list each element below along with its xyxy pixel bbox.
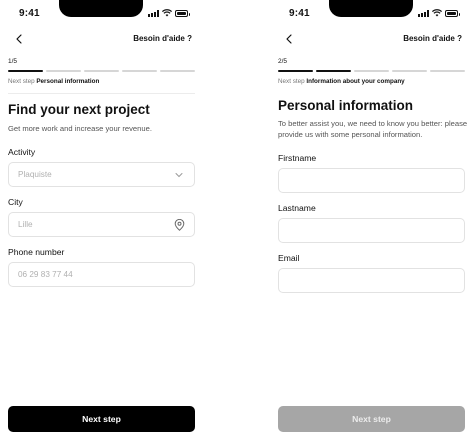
next-step-hint: Next step Information about your company bbox=[278, 78, 405, 85]
lastname-field[interactable] bbox=[278, 218, 465, 243]
system-icons bbox=[148, 9, 190, 17]
device-notch bbox=[329, 0, 413, 17]
city-field[interactable] bbox=[8, 212, 195, 237]
progress-steps bbox=[278, 70, 465, 72]
cellular-signal-icon bbox=[148, 9, 159, 17]
chevron-left-icon bbox=[286, 34, 292, 44]
battery-icon bbox=[175, 9, 190, 17]
next-step-prefix: Next step bbox=[278, 78, 305, 85]
chevron-left-icon bbox=[16, 34, 22, 44]
status-bar: 9:41 bbox=[0, 0, 204, 26]
next-step-name: Information about your company bbox=[306, 78, 405, 85]
progress-step bbox=[8, 70, 43, 72]
email-input[interactable] bbox=[288, 276, 455, 285]
firstname-input[interactable] bbox=[288, 176, 455, 185]
step-counter: 2/5 bbox=[278, 58, 288, 65]
divider bbox=[8, 93, 195, 94]
next-step-name: Personal information bbox=[36, 78, 100, 85]
top-nav: Besoin d'aide ? bbox=[270, 30, 474, 48]
progress-steps bbox=[8, 70, 195, 72]
progress-step bbox=[430, 70, 465, 72]
page-subtitle: Get more work and increase your revenue. bbox=[8, 124, 152, 133]
device-notch bbox=[59, 0, 143, 17]
next-step-button[interactable]: Next step bbox=[278, 406, 465, 432]
step-counter: 1/5 bbox=[8, 58, 18, 65]
wifi-icon bbox=[432, 9, 442, 17]
progress-step bbox=[84, 70, 119, 72]
chevron-down-icon bbox=[173, 169, 185, 181]
city-input[interactable] bbox=[18, 220, 174, 229]
progress-step bbox=[316, 70, 351, 72]
activity-placeholder: Plaquiste bbox=[18, 170, 52, 179]
status-time: 9:41 bbox=[289, 8, 310, 19]
help-link[interactable]: Besoin d'aide ? bbox=[133, 34, 192, 43]
phone-label: Phone number bbox=[8, 247, 65, 257]
page-title: Find your next project bbox=[8, 102, 150, 117]
lastname-input[interactable] bbox=[288, 226, 455, 235]
onboarding-screen-step-1: 9:41 Besoin d'aide ? 1/5 Next step Perso… bbox=[0, 0, 204, 440]
wifi-icon bbox=[162, 9, 172, 17]
status-time: 9:41 bbox=[19, 8, 40, 19]
progress-step bbox=[46, 70, 81, 72]
status-bar: 9:41 bbox=[270, 0, 474, 26]
onboarding-screen-step-2: 9:41 Besoin d'aide ? 2/5 Next step Infor… bbox=[270, 0, 474, 440]
location-pin-icon[interactable] bbox=[174, 218, 185, 231]
city-label: City bbox=[8, 197, 23, 207]
back-button[interactable] bbox=[282, 32, 296, 46]
page-subtitle: To better assist you, we need to know yo… bbox=[278, 119, 468, 139]
system-icons bbox=[418, 9, 460, 17]
help-link[interactable]: Besoin d'aide ? bbox=[403, 34, 462, 43]
next-step-hint: Next step Personal information bbox=[8, 78, 99, 85]
progress-step bbox=[122, 70, 157, 72]
lastname-label: Lastname bbox=[278, 203, 316, 213]
firstname-label: Firstname bbox=[278, 153, 317, 163]
cellular-signal-icon bbox=[418, 9, 429, 17]
progress-step bbox=[160, 70, 195, 72]
top-nav: Besoin d'aide ? bbox=[0, 30, 204, 48]
email-label: Email bbox=[278, 253, 300, 263]
progress-step bbox=[278, 70, 313, 72]
back-button[interactable] bbox=[12, 32, 26, 46]
firstname-field[interactable] bbox=[278, 168, 465, 193]
phone-field[interactable] bbox=[8, 262, 195, 287]
page-title: Personal information bbox=[278, 98, 414, 113]
activity-select[interactable]: Plaquiste bbox=[8, 162, 195, 187]
phone-input[interactable] bbox=[18, 270, 185, 279]
next-step-button[interactable]: Next step bbox=[8, 406, 195, 432]
battery-icon bbox=[445, 9, 460, 17]
email-field[interactable] bbox=[278, 268, 465, 293]
progress-step bbox=[392, 70, 427, 72]
next-step-prefix: Next step bbox=[8, 78, 35, 85]
progress-step bbox=[354, 70, 389, 72]
activity-label: Activity bbox=[8, 147, 36, 157]
